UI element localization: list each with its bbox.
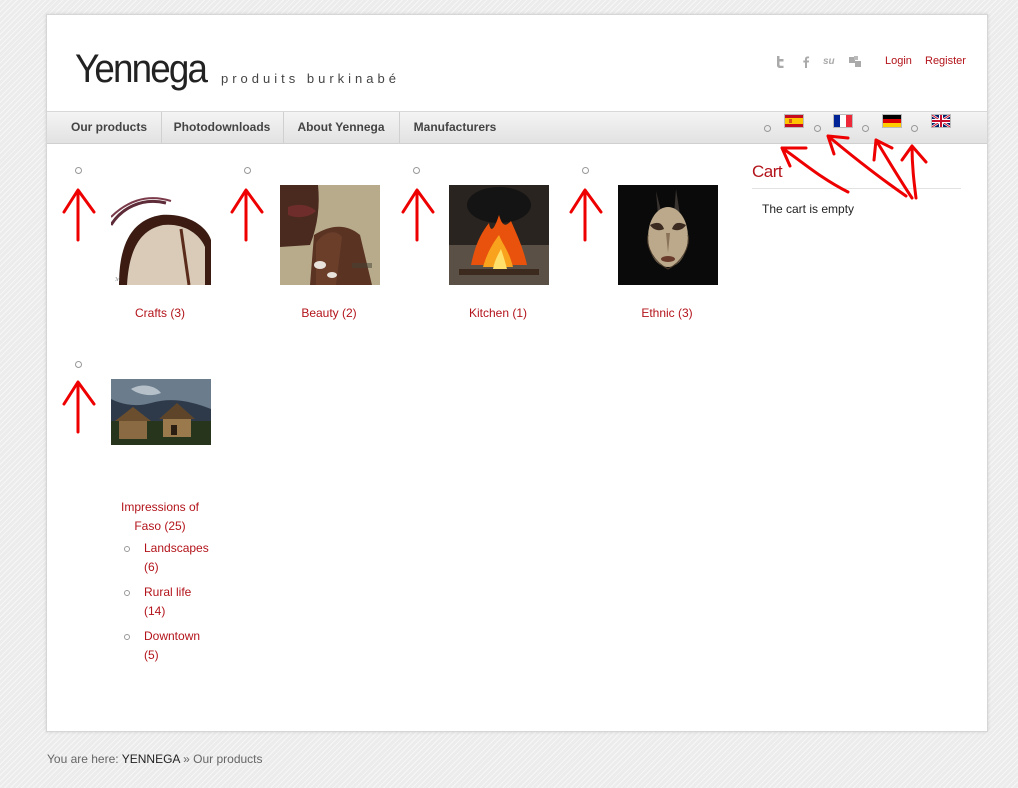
page-container: Yennega produits burkinabé su Login Regi…	[46, 14, 988, 732]
ethnic-thumbnail[interactable]	[618, 185, 718, 285]
category-link-crafts[interactable]: Crafts (3)	[95, 304, 225, 323]
nav-manufacturers[interactable]: Manufacturers	[399, 112, 511, 143]
language-bullet	[814, 125, 821, 132]
subcategory-label-line1: Landscapes	[144, 541, 209, 555]
category-bullet	[75, 361, 82, 368]
category-bullet	[582, 167, 589, 174]
nav-our-products[interactable]: Our products	[57, 112, 162, 143]
language-bullet	[911, 125, 918, 132]
cart-title: Cart	[752, 162, 783, 181]
french-flag-icon[interactable]	[833, 114, 853, 128]
subcategory-link-downtown[interactable]: Downtown (5)	[144, 627, 224, 665]
beauty-thumbnail[interactable]	[280, 185, 380, 285]
site-tagline: produits burkinabé	[221, 71, 400, 86]
language-bullet	[764, 125, 771, 132]
category-bullet	[413, 167, 420, 174]
subcategory-bullet	[124, 634, 130, 640]
subcategory-link-rural-life[interactable]: Rural life (14)	[144, 583, 224, 621]
english-flag-icon[interactable]	[931, 114, 951, 128]
nav-photodownloads[interactable]: Photodownloads	[161, 112, 284, 143]
impressions-thumbnail[interactable]	[111, 379, 211, 445]
category-link-ethnic[interactable]: Ethnic (3)	[602, 304, 732, 323]
subcategory-label-line2: (5)	[144, 648, 159, 662]
register-link[interactable]: Register	[925, 55, 966, 67]
breadcrumb: You are here: YENNEGA » Our products	[47, 752, 263, 766]
kitchen-thumbnail[interactable]	[449, 185, 549, 285]
breadcrumb-current: Our products	[193, 752, 263, 766]
category-bullet	[244, 167, 251, 174]
category-bullet	[75, 167, 82, 174]
stumbleupon-icon[interactable]: su	[823, 55, 837, 69]
cart-status: The cart is empty	[762, 202, 855, 216]
category-label-line2: Faso (25)	[134, 519, 186, 533]
cart-divider	[752, 188, 961, 189]
svg-text:ℳ: ℳ	[115, 277, 121, 283]
site-logo[interactable]: Yennega	[75, 49, 208, 89]
category-label-line1: Impressions of	[120, 500, 200, 514]
nav-about-yennega[interactable]: About Yennega	[283, 112, 400, 143]
subcategory-link-landscapes[interactable]: Landscapes (6)	[144, 539, 224, 577]
breadcrumb-separator: »	[183, 752, 190, 766]
subcategory-bullet	[124, 546, 130, 552]
spanish-flag-icon[interactable]	[784, 114, 804, 128]
subcategory-label-line1: Rural life	[144, 585, 192, 599]
facebook-icon[interactable]	[799, 55, 813, 69]
subcategory-label-line2: (14)	[144, 604, 166, 618]
subcategory-bullet	[124, 590, 130, 596]
twitter-icon[interactable]	[773, 55, 787, 69]
german-flag-icon[interactable]	[882, 114, 902, 128]
crafts-thumbnail[interactable]: ℳ	[111, 185, 211, 285]
login-link[interactable]: Login	[885, 55, 912, 67]
language-bullet	[862, 125, 869, 132]
delicious-icon[interactable]	[848, 55, 862, 69]
category-link-impressions[interactable]: Impressions of Faso (25)	[95, 498, 225, 536]
category-link-kitchen[interactable]: Kitchen (1)	[433, 304, 563, 323]
breadcrumb-prefix: You are here:	[47, 752, 119, 766]
category-link-beauty[interactable]: Beauty (2)	[264, 304, 394, 323]
subcategory-label-line1: Downtown	[144, 629, 201, 643]
breadcrumb-home-link[interactable]: YENNEGA	[122, 752, 180, 766]
subcategory-label-line2: (6)	[144, 560, 159, 574]
